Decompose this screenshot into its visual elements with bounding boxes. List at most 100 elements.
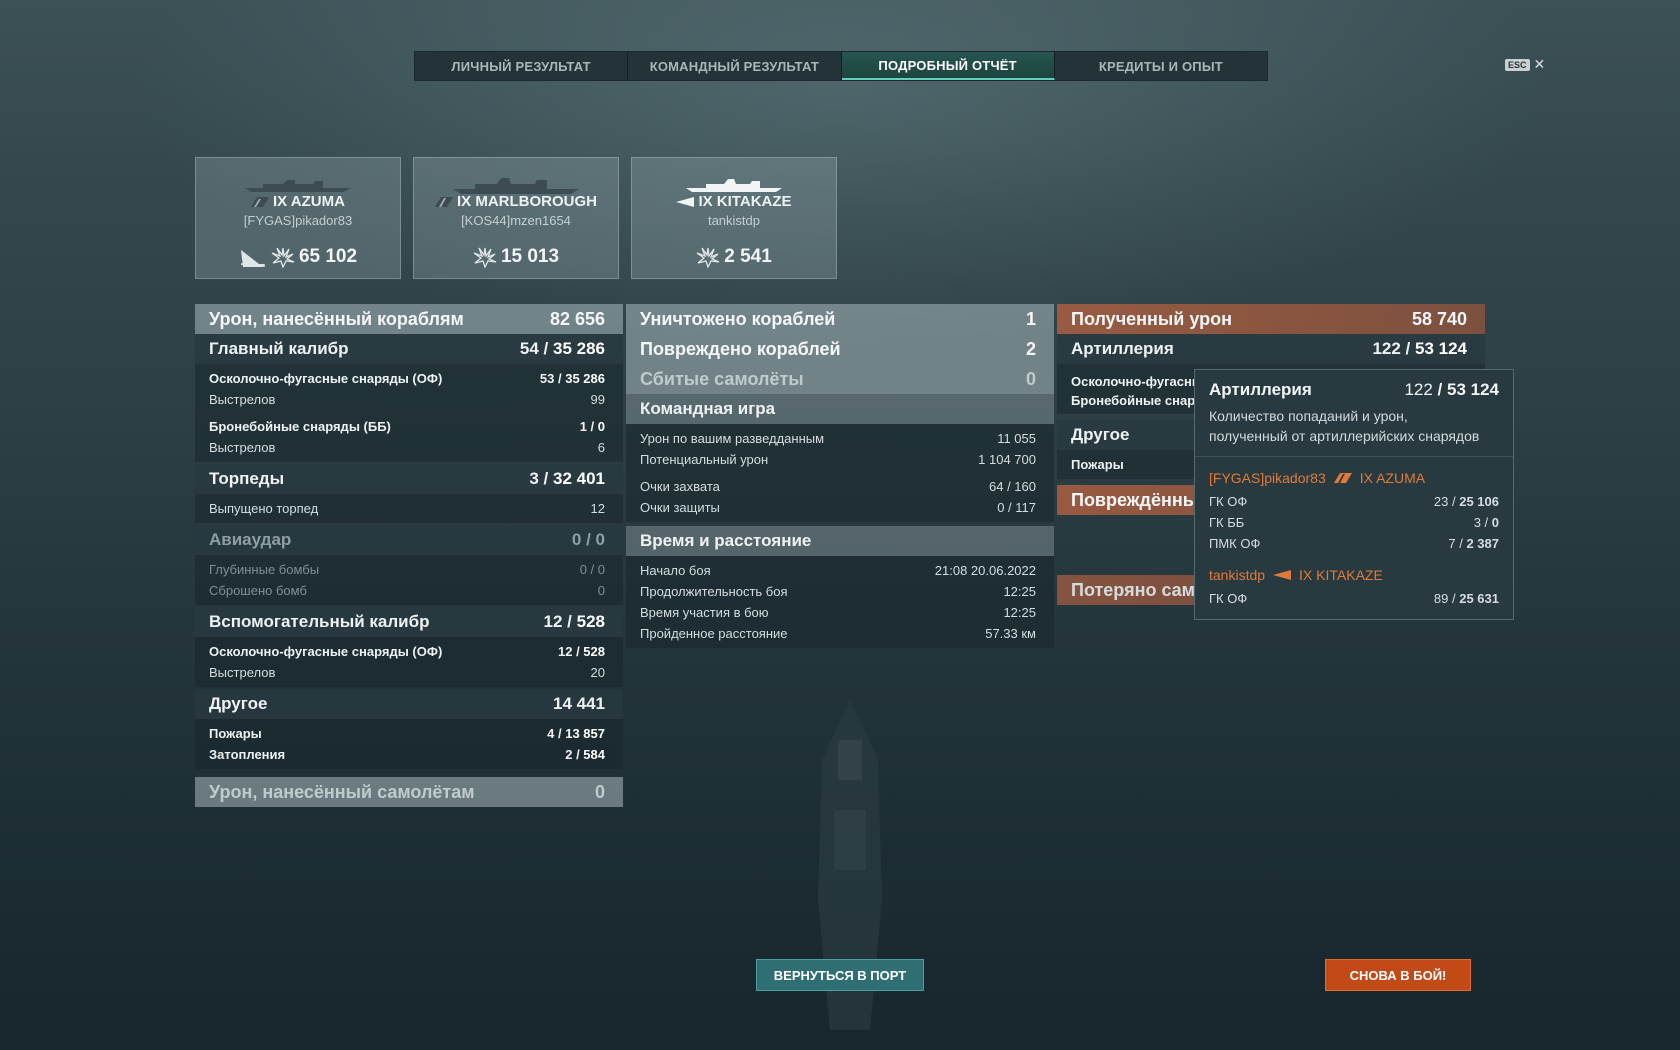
planes-shot-down-row[interactable]: Сбитые самолёты 0 (626, 364, 1054, 394)
tooltip-player-2: tankistdp IX KITAKAZE (1209, 567, 1383, 583)
potential-damage-row: Потенциальный урон 1 104 700 (640, 452, 1036, 467)
fires-row: Пожары 4 / 13 857 (209, 726, 605, 741)
ship-name-text: IX MARLBOROUGH (457, 193, 597, 210)
damage-explosion-icon (696, 247, 720, 268)
ship-name: IX AZUMA (196, 193, 400, 210)
ship-silhouette-icon (245, 180, 351, 192)
spotting-damage-row: Урон по вашим разведданным 11 055 (640, 431, 1036, 446)
received-damage-header[interactable]: Полученный урон 58 740 (1057, 304, 1485, 334)
player-name: tankistdp (707, 213, 761, 228)
ship-name-text: IX KITAKAZE (698, 193, 792, 210)
destroyer-icon (676, 197, 695, 208)
main-caliber-details: Осколочно-фугасные снаряды (ОФ) 53 / 35 2… (195, 364, 623, 462)
player-name: [FYGAS]pikador83 (243, 213, 353, 228)
main-caliber-row[interactable]: Главный калибр 54 / 35 286 (195, 334, 623, 364)
secondary-details: Осколочно-фугасные снаряды (ОФ) 12 / 528 … (195, 637, 623, 687)
cruiser-icon (251, 197, 270, 208)
damage-value: 2 541 (724, 246, 772, 267)
other-damage-row[interactable]: Другое 14 441 (195, 689, 623, 719)
bombs-dropped-row: Сброшено бомб 0 (209, 583, 605, 598)
battle-duration-row: Продолжительность боя 12:25 (640, 584, 1036, 599)
tooltip-description: Количество попаданий и урон, полученный … (1195, 400, 1513, 457)
damage-dealt-column: Урон, нанесённый кораблям 82 656 Главный… (195, 304, 623, 807)
defense-points-row: Очки защиты 0 / 117 (640, 500, 1036, 515)
label: Вспомогательный калибр (209, 612, 430, 631)
value: 54 / 35 286 (519, 339, 605, 358)
tooltip-line: ГК ББ 3 / 0 (1209, 515, 1499, 530)
result-tabs: ЛИЧНЫЙ РЕЗУЛЬТАТ КОМАНДНЫЙ РЕЗУЛЬТАТ ПОД… (414, 51, 1268, 81)
ship-card-marlborough[interactable]: IX MARLBOROUGH [KOS44]mzen1654 15 013 (413, 157, 619, 279)
esc-key-label: ESC (1505, 58, 1530, 71)
ship-card-azuma[interactable]: IX AZUMA [FYGAS]pikador83 65 102 (195, 157, 401, 279)
he-shells-row: Осколочно-фугасные снаряды (ОФ) 53 / 35 2… (209, 371, 605, 386)
capture-points-row: Очки захвата 64 / 160 (640, 479, 1036, 494)
battleship-icon (435, 197, 453, 208)
destroyer-icon (1273, 570, 1292, 580)
secondary-shots-row: Выстрелов 20 (209, 665, 605, 680)
ship-name: IX KITAKAZE (632, 193, 836, 210)
secondary-battery-row[interactable]: Вспомогательный калибр 12 / 528 (195, 607, 623, 637)
close-button[interactable]: ESC ✕ (1505, 56, 1545, 73)
tooltip-line: ПМК ОФ 7 / 2 387 (1209, 536, 1499, 551)
artillery-tooltip: Артиллерия 122 / 53 124 Количество попад… (1194, 369, 1514, 620)
teamwork-details: Урон по вашим разведданным 11 055 Потенци… (626, 424, 1054, 522)
torpedoes-row[interactable]: Торпеды 3 / 32 401 (195, 464, 623, 494)
floods-row: Затопления 2 / 584 (209, 747, 605, 762)
ship-name-text: IX AZUMA (273, 193, 345, 210)
time-distance-details: Начало боя 21:08 20.06.2022 Продолжительн… (626, 556, 1054, 648)
close-icon: ✕ (1533, 56, 1546, 72)
tooltip-line: ГК ОФ 89 / 25 631 (1209, 591, 1499, 606)
tab-team-result[interactable]: КОМАНДНЫЙ РЕЗУЛЬТАТ (628, 52, 842, 80)
label: Торпеды (209, 469, 285, 488)
airstrike-details: Глубинные бомбы 0 / 0 Сброшено бомб 0 (195, 555, 623, 605)
aircraft-damage-header[interactable]: Урон, нанесённый самолётам 0 (195, 777, 623, 807)
ap-shots-row: Выстрелов 6 (209, 440, 605, 455)
depth-charges-row: Глубинные бомбы 0 / 0 (209, 562, 605, 577)
tab-credits-xp[interactable]: КРЕДИТЫ И ОПЫТ (1055, 52, 1267, 80)
ship-silhouette-icon (453, 178, 579, 194)
battle-again-button[interactable]: СНОВА В БОЙ! (1325, 959, 1471, 991)
ship-silhouette-icon (686, 179, 782, 192)
player-name: [KOS44]mzen1654 (461, 213, 571, 228)
tooltip-header: Артиллерия 122 / 53 124 (1209, 380, 1499, 399)
battle-start-row: Начало боя 21:08 20.06.2022 (640, 563, 1036, 578)
label: Другое (209, 694, 268, 713)
damage-dealt: 65 102 (196, 246, 400, 268)
ship-name: IX MARLBOROUGH (414, 193, 618, 210)
damage-dealt: 15 013 (414, 246, 618, 268)
value: 82 656 (549, 308, 605, 329)
tooltip-line: ГК ОФ 23 / 25 106 (1209, 494, 1499, 509)
time-distance-header[interactable]: Время и расстояние (626, 526, 1054, 556)
damage-explosion-icon (271, 247, 295, 268)
torpedoes-details: Выпущено торпед 12 (195, 494, 623, 523)
damage-explosion-icon (473, 247, 497, 268)
ships-damaged-row[interactable]: Повреждено кораблей 2 (626, 334, 1054, 364)
damage-dealt: 2 541 (632, 246, 836, 268)
value: 0 / 0 (571, 530, 605, 549)
damage-value: 15 013 (500, 246, 560, 267)
participation-time-row: Время участия в бою 12:25 (640, 605, 1036, 620)
sunk-ship-icon (240, 250, 265, 267)
artillery-received-row[interactable]: Артиллерия 122 / 53 124 (1057, 334, 1485, 364)
label: Главный калибр (209, 339, 349, 358)
ships-damage-header[interactable]: Урон, нанесённый кораблям 82 656 (195, 304, 623, 334)
value: 0 (594, 781, 605, 802)
other-details: Пожары 4 / 13 857 Затопления 2 / 584 (195, 719, 623, 769)
tooltip-player-1: [FYGAS]pikador83 IX AZUMA (1209, 470, 1426, 486)
ship-card-kitakaze[interactable]: IX KITAKAZE tankistdp 2 541 (631, 157, 837, 279)
cruiser-icon (1333, 473, 1352, 483)
value: 3 / 32 401 (529, 469, 605, 488)
teamwork-header[interactable]: Командная игра (626, 394, 1054, 424)
ap-shells-row: Бронебойные снаряды (ББ) 1 / 0 (209, 419, 605, 434)
tab-personal-result[interactable]: ЛИЧНЫЙ РЕЗУЛЬТАТ (415, 52, 629, 80)
label: Урон, нанесённый самолётам (209, 781, 475, 802)
value: 14 441 (553, 694, 605, 713)
tab-detailed-report[interactable]: ПОДРОБНЫЙ ОТЧЁТ (841, 52, 1055, 80)
he-shots-row: Выстрелов 99 (209, 392, 605, 407)
ships-destroyed-row[interactable]: Уничтожено кораблей 1 (626, 304, 1054, 334)
torpedoes-launched-row: Выпущено торпед 12 (209, 501, 605, 516)
airstrike-row[interactable]: Авиаудар 0 / 0 (195, 525, 623, 555)
label: Авиаудар (209, 530, 292, 549)
return-to-port-button[interactable]: ВЕРНУТЬСЯ В ПОРТ (756, 959, 924, 991)
value: 12 / 528 (543, 612, 605, 631)
